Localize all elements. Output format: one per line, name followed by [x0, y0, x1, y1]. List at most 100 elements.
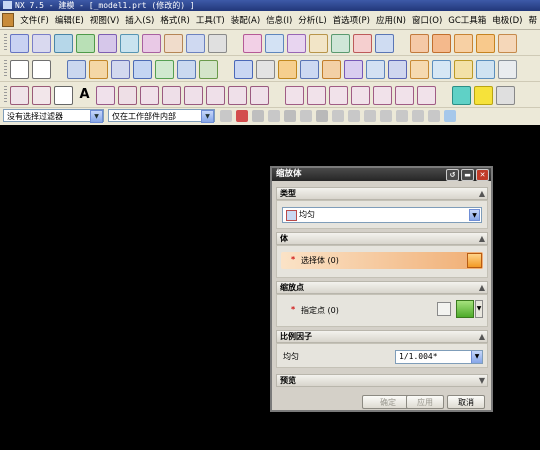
extension-icon[interactable] — [164, 34, 183, 53]
chevron-down-icon[interactable]: ▼ — [90, 110, 103, 123]
cancel-button[interactable]: 取消 — [447, 395, 485, 409]
intersection-snap-icon[interactable] — [380, 110, 392, 122]
law-curve-icon[interactable] — [140, 86, 159, 105]
menu-analysis[interactable]: 分析(L) — [295, 14, 329, 26]
chevron-down-icon[interactable]: ▼ — [469, 209, 480, 221]
minimize-icon[interactable]: ▬ — [461, 169, 474, 181]
intersect-icon[interactable] — [278, 60, 297, 79]
pocket-icon[interactable] — [155, 60, 174, 79]
scale-body-icon[interactable] — [476, 60, 495, 79]
box-select-icon[interactable] — [316, 110, 328, 122]
subtract-icon[interactable] — [256, 60, 275, 79]
arc-center-snap-icon[interactable] — [396, 110, 408, 122]
select-body-row[interactable]: * 选择体 (0) — [281, 252, 483, 269]
tube-icon[interactable] — [498, 34, 517, 53]
boss-icon[interactable] — [133, 60, 152, 79]
studio-surface-icon[interactable] — [32, 34, 51, 53]
arc-icon[interactable] — [32, 86, 51, 105]
face-snap-icon[interactable] — [444, 110, 456, 122]
filter-icon[interactable] — [220, 110, 232, 122]
more-dropdown-icon[interactable] — [439, 86, 449, 103]
bridge-icon[interactable] — [142, 34, 161, 53]
chevron-down-icon[interactable]: ▼ — [201, 110, 214, 123]
toolbar-grip[interactable] — [4, 86, 7, 103]
collapse-icon[interactable]: ▲ — [479, 331, 485, 343]
patch-icon[interactable] — [287, 34, 306, 53]
toolbar-grip[interactable] — [4, 60, 7, 77]
curve-length-icon[interactable] — [351, 86, 370, 105]
quadrant-snap-icon[interactable] — [412, 110, 424, 122]
close-icon[interactable]: ✕ — [476, 169, 489, 181]
global-shaping-icon[interactable] — [309, 34, 328, 53]
undo-icon[interactable] — [252, 110, 264, 122]
spline-icon[interactable] — [96, 86, 115, 105]
collapse-icon[interactable]: ▲ — [479, 188, 485, 200]
menu-window[interactable]: 窗口(O) — [409, 14, 445, 26]
project-curve-icon[interactable] — [206, 86, 225, 105]
section-icon[interactable] — [353, 34, 372, 53]
unite-icon[interactable] — [234, 60, 253, 79]
groove-icon[interactable] — [199, 60, 218, 79]
split-body-icon[interactable] — [410, 60, 429, 79]
preview-section-header[interactable]: 预览 ▼ — [276, 374, 488, 387]
menu-assemblies[interactable]: 装配(A) — [228, 14, 263, 26]
fillet-curve-icon[interactable] — [373, 86, 392, 105]
bridge-curve-icon[interactable] — [184, 86, 203, 105]
chamfer-icon[interactable] — [322, 60, 341, 79]
menu-view[interactable]: 视图(V) — [87, 14, 122, 26]
divide-curve-icon[interactable] — [307, 86, 326, 105]
scale-point-section-header[interactable]: 缩放点 ▲ — [276, 281, 488, 294]
more-dropdown-icon[interactable] — [397, 34, 407, 51]
menu-preferences[interactable]: 首选项(P) — [330, 14, 373, 26]
chevron-down-icon[interactable]: ▼ — [471, 351, 482, 363]
surface-tool-icon[interactable] — [10, 34, 29, 53]
menu-gc-toolkit[interactable]: GC工具箱 — [445, 14, 489, 26]
helix-icon[interactable] — [118, 86, 137, 105]
collapse-icon[interactable]: ▲ — [479, 282, 485, 294]
menu-insert[interactable]: 插入(S) — [122, 14, 157, 26]
line-icon[interactable] — [10, 86, 29, 105]
rectangle-icon[interactable] — [32, 60, 51, 79]
x-form-icon[interactable] — [331, 34, 350, 53]
toolbar-grip[interactable] — [4, 34, 7, 51]
scale-factor-section-header[interactable]: 比例因子 ▲ — [276, 330, 488, 343]
rectangle-curve-icon[interactable] — [54, 86, 73, 105]
offset-surface-icon[interactable] — [186, 34, 205, 53]
text-icon[interactable]: A — [76, 86, 93, 103]
sketch-icon[interactable] — [10, 60, 29, 79]
shell-icon[interactable] — [344, 60, 363, 79]
move-icon[interactable] — [375, 34, 394, 53]
more-dropdown-icon[interactable] — [272, 86, 282, 103]
sphere-icon[interactable] — [476, 34, 495, 53]
join-curve-icon[interactable] — [417, 86, 436, 105]
n-sided-icon[interactable] — [120, 34, 139, 53]
highlight-color-icon[interactable] — [474, 86, 493, 105]
scope-filter-dropdown[interactable]: 仅在工作部件内部 ▼ — [108, 109, 215, 123]
rotate-icon[interactable] — [268, 110, 280, 122]
trim-curve-icon[interactable] — [285, 86, 304, 105]
section-curve-icon[interactable] — [250, 86, 269, 105]
system-menu-icon[interactable] — [2, 13, 15, 27]
draft-icon[interactable] — [366, 60, 385, 79]
trim-body-icon[interactable] — [388, 60, 407, 79]
body-section-header[interactable]: 体 ▲ — [276, 232, 488, 245]
cylinder-icon[interactable] — [432, 34, 451, 53]
midpoint-snap-icon[interactable] — [348, 110, 360, 122]
hole-icon[interactable] — [111, 60, 130, 79]
inferred-point-icon[interactable] — [456, 300, 474, 318]
menu-information[interactable]: 信息(I) — [263, 14, 295, 26]
intersect-curve-icon[interactable] — [228, 86, 247, 105]
smooth-spline-icon[interactable] — [395, 86, 414, 105]
offset-curve-icon[interactable] — [162, 86, 181, 105]
type-section-header[interactable]: 类型 ▲ — [276, 187, 488, 200]
pan-icon[interactable] — [300, 110, 312, 122]
pattern-icon[interactable] — [454, 60, 473, 79]
zoom-icon[interactable] — [284, 110, 296, 122]
expand-icon[interactable]: ▼ — [479, 375, 485, 387]
menu-edit[interactable]: 编辑(E) — [52, 14, 87, 26]
thicken-icon[interactable] — [265, 34, 284, 53]
endpoint-snap-icon[interactable] — [332, 110, 344, 122]
control-point-snap-icon[interactable] — [364, 110, 376, 122]
mirror-icon[interactable] — [432, 60, 451, 79]
edit-display-icon[interactable] — [496, 86, 515, 105]
